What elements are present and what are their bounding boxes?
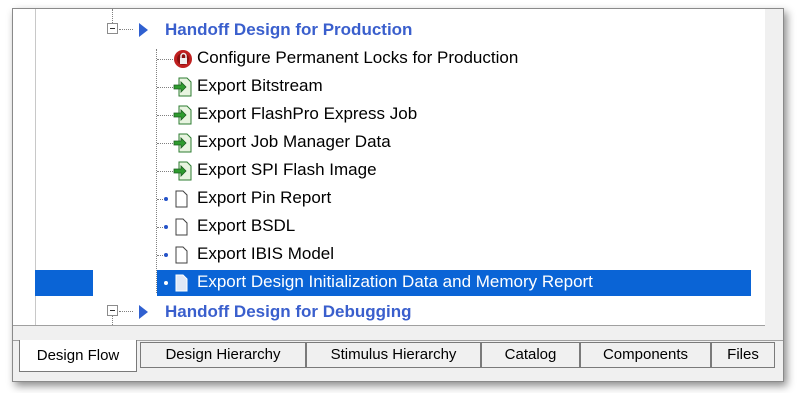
tree-item-configure-locks[interactable]: Configure Permanent Locks for Production bbox=[13, 45, 765, 73]
tree-connector-line bbox=[157, 199, 163, 201]
tree-item-label: Export SPI Flash Image bbox=[197, 160, 377, 179]
document-icon bbox=[175, 190, 188, 208]
triangle-right-icon bbox=[139, 305, 148, 319]
tree-item-export-spi-flash[interactable]: Export SPI Flash Image bbox=[13, 157, 765, 185]
document-icon bbox=[175, 246, 188, 264]
tree-item-export-bsdl[interactable]: Export BSDL bbox=[13, 213, 765, 241]
tree-group-label: Handoff Design for Production bbox=[165, 20, 413, 39]
expand-icon[interactable] bbox=[107, 305, 118, 316]
bullet-icon bbox=[164, 281, 168, 285]
tree-item-label: Export Design Initialization Data and Me… bbox=[197, 272, 593, 291]
tab-design-flow[interactable]: Design Flow bbox=[19, 340, 137, 372]
tree-item-export-design-init[interactable]: Export Design Initialization Data and Me… bbox=[13, 269, 765, 297]
export-arrow-icon bbox=[173, 161, 192, 181]
design-flow-tree: Handoff Design for Production Configure … bbox=[13, 9, 765, 326]
tab-design-hierarchy[interactable]: Design Hierarchy bbox=[140, 342, 306, 368]
selection-highlight bbox=[35, 270, 93, 296]
triangle-right-icon bbox=[139, 23, 148, 37]
tree-item-label: Export Pin Report bbox=[197, 188, 332, 207]
bullet-icon bbox=[164, 225, 168, 229]
tree-group-production[interactable]: Handoff Design for Production bbox=[13, 17, 765, 45]
tab-stimulus-hierarchy[interactable]: Stimulus Hierarchy bbox=[306, 342, 481, 368]
tree-connector-line bbox=[119, 311, 133, 313]
tree-item-export-pin-report[interactable]: Export Pin Report bbox=[13, 185, 765, 213]
tab-components[interactable]: Components bbox=[580, 342, 711, 368]
tab-catalog[interactable]: Catalog bbox=[481, 342, 580, 368]
tree-item-export-job-manager[interactable]: Export Job Manager Data bbox=[13, 129, 765, 157]
tree-connector-line bbox=[157, 227, 163, 229]
tree-connector-line bbox=[157, 59, 173, 61]
export-arrow-icon bbox=[173, 105, 192, 125]
design-flow-panel: Handoff Design for Production Configure … bbox=[12, 8, 784, 382]
tree-item-label: Configure Permanent Locks for Production bbox=[197, 48, 519, 67]
export-arrow-icon bbox=[173, 77, 192, 97]
tree-item-label: Export BSDL bbox=[197, 216, 296, 235]
tree-connector-line bbox=[157, 87, 173, 89]
tree-item-label: Export FlashPro Express Job bbox=[197, 104, 418, 123]
tree-item-export-flashpro[interactable]: Export FlashPro Express Job bbox=[13, 101, 765, 129]
tree-group-label: Handoff Design for Debugging bbox=[165, 302, 412, 321]
bullet-icon bbox=[164, 253, 168, 257]
tree-item-export-bitstream[interactable]: Export Bitstream bbox=[13, 73, 765, 101]
tree-item-label: Export Job Manager Data bbox=[197, 132, 391, 151]
tree-connector-line bbox=[157, 255, 163, 257]
document-icon bbox=[175, 218, 188, 236]
tree-connector-line bbox=[157, 143, 173, 145]
tree-item-label: Export Bitstream bbox=[197, 76, 323, 95]
collapse-icon[interactable] bbox=[107, 23, 118, 34]
lock-gear-icon bbox=[174, 50, 192, 68]
export-arrow-icon bbox=[173, 133, 192, 153]
tab-files[interactable]: Files bbox=[711, 342, 775, 368]
document-icon bbox=[175, 274, 188, 292]
tree-group-debugging[interactable]: Handoff Design for Debugging bbox=[13, 299, 765, 325]
tree-item-export-ibis[interactable]: Export IBIS Model bbox=[13, 241, 765, 269]
bullet-icon bbox=[164, 197, 168, 201]
tree-connector-line bbox=[119, 29, 133, 31]
tree-connector-line bbox=[157, 115, 173, 117]
tree-connector-line bbox=[157, 171, 173, 173]
panel-tab-bar: Design Flow Design Hierarchy Stimulus Hi… bbox=[13, 340, 783, 380]
tree-item-label: Export IBIS Model bbox=[197, 244, 335, 263]
